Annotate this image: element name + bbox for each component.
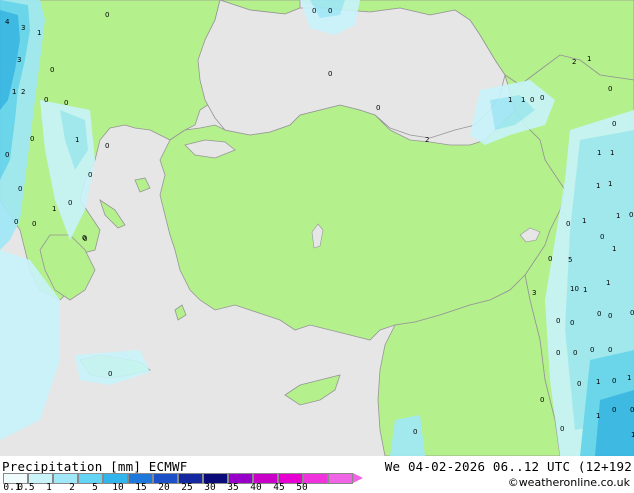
precip-value-label: 0 <box>83 235 87 243</box>
precip-value-label: 10 <box>570 285 579 293</box>
scale-label: 30 <box>204 482 216 493</box>
precip-value-label: 3 <box>21 24 25 32</box>
credit-text: ©weatheronline.co.uk <box>507 476 630 489</box>
precip-value-label: 0 <box>570 319 574 327</box>
legend: Precipitation [mm] ECMWF We 04-02-2026 0… <box>0 456 634 493</box>
precip-value-label: 0 <box>105 11 109 19</box>
precip-value-label: 0 <box>573 349 577 357</box>
precip-value-label: 0 <box>88 171 92 179</box>
scale-label: 0.5 <box>17 482 35 493</box>
scale-swatch <box>328 473 353 484</box>
precip-value-label: 2 <box>572 58 576 66</box>
scale-label: 2 <box>69 482 75 493</box>
precip-value-label: 0 <box>540 396 544 404</box>
precip-value-label: 0 <box>608 312 612 320</box>
scale-label: 5 <box>92 482 98 493</box>
precip-value-label: 1 <box>583 286 587 294</box>
precip-value-label: 0 <box>612 406 616 414</box>
precip-value-label: 1 <box>612 245 616 253</box>
precip-value-label: 0 <box>530 96 534 104</box>
precip-value-label: 0 <box>566 220 570 228</box>
precip-value-label: 0 <box>577 380 581 388</box>
scale-arrow <box>353 473 363 483</box>
forecast-date: We 04-02-2026 06..12 UTC (12+192 <box>384 459 632 474</box>
map-canvas: 0 00431301 20 0100000001000021 1 0 02 1001 11 111… <box>0 0 634 457</box>
precip-value-label: 0 <box>32 220 36 228</box>
precip-value-label: 3 <box>17 56 21 64</box>
precip-value-label: 0 <box>629 211 633 219</box>
precip-value-label: 1 <box>12 88 16 96</box>
precip-value-label: 0 <box>597 310 601 318</box>
precip-value-label: 1 <box>37 29 41 37</box>
precip-value-label: 1 <box>596 412 600 420</box>
precip-value-label: 0 <box>630 406 634 414</box>
precip-value-label: 1 <box>608 180 612 188</box>
precip-value-label: 0 <box>556 349 560 357</box>
precip-value-label: 5 <box>568 256 572 264</box>
precip-value-label: 1 <box>596 182 600 190</box>
precip-value-label: 1 <box>616 212 620 220</box>
precip-value-label: 0 <box>612 377 616 385</box>
precip-value-label: 0 <box>608 346 612 354</box>
scale-label: 15 <box>135 482 147 493</box>
precip-value-label: 0 <box>328 7 332 15</box>
scale-label: 1 <box>46 482 52 493</box>
scale-label: 35 <box>227 482 239 493</box>
precip-value-label: 1 <box>508 96 512 104</box>
precip-value-label: 0 <box>548 255 552 263</box>
precip-value-label: 0 <box>50 66 54 74</box>
precip-value-label: 4 <box>5 18 10 26</box>
legend-title: Precipitation [mm] ECMWF <box>2 459 188 474</box>
scale-swatch <box>78 473 103 484</box>
precip-value-label: 0 <box>30 135 34 143</box>
precip-value-label: 0 <box>105 142 109 150</box>
precip-value-label: 1 <box>582 217 586 225</box>
precip-value-label: 1 <box>596 378 600 386</box>
precip-value-label: 0 <box>540 94 544 102</box>
precip-value-label: 0 <box>312 7 316 15</box>
precip-value-label: 1 <box>587 55 591 63</box>
scale-label: 40 <box>250 482 262 493</box>
scale-label: 50 <box>296 482 308 493</box>
precip-value-label: 2 <box>425 136 429 144</box>
scale-label: 25 <box>181 482 193 493</box>
precip-value-label: 0 <box>556 317 560 325</box>
precip-value-label: 1 <box>75 136 79 144</box>
precip-value-label: 0 <box>108 370 112 378</box>
scale-label: 20 <box>158 482 170 493</box>
precipitation-map: 0004313012001000000010000211002100111111… <box>0 0 634 457</box>
scale-label: 45 <box>273 482 285 493</box>
precip-value-label: 0 <box>630 309 634 317</box>
precip-value-label: 0 <box>413 428 417 436</box>
precip-value-label: 0 <box>14 218 18 226</box>
precip-value-label: 0 <box>18 185 22 193</box>
precip-value-label: 3 <box>532 289 536 297</box>
precip-value-label: 0 <box>44 96 48 104</box>
precip-value-label: 0 <box>328 70 332 78</box>
precip-value-label: 1 <box>597 149 601 157</box>
scale-label: 10 <box>112 482 124 493</box>
precip-value-label: 0 <box>64 99 68 107</box>
precip-value-label: 2 <box>21 88 25 96</box>
precip-value-label: 0 <box>590 346 594 354</box>
precip-value-label: 0 <box>608 85 612 93</box>
precip-value-label: 1 <box>606 279 610 287</box>
color-scale-bar <box>3 473 363 484</box>
precip-value-label: 0 <box>68 199 72 207</box>
precip-value-label: 0 <box>600 233 604 241</box>
precip-value-label: 1 <box>52 205 56 213</box>
precip-value-label: 1 <box>627 374 631 382</box>
precip-value-label: 0 <box>560 425 564 433</box>
precip-value-label: 0 <box>376 104 380 112</box>
precip-value-label: 1 <box>610 149 614 157</box>
precip-value-label: 1 <box>521 96 525 104</box>
precip-value-label: 0 <box>612 120 616 128</box>
precip-value-label: 0 <box>5 151 9 159</box>
